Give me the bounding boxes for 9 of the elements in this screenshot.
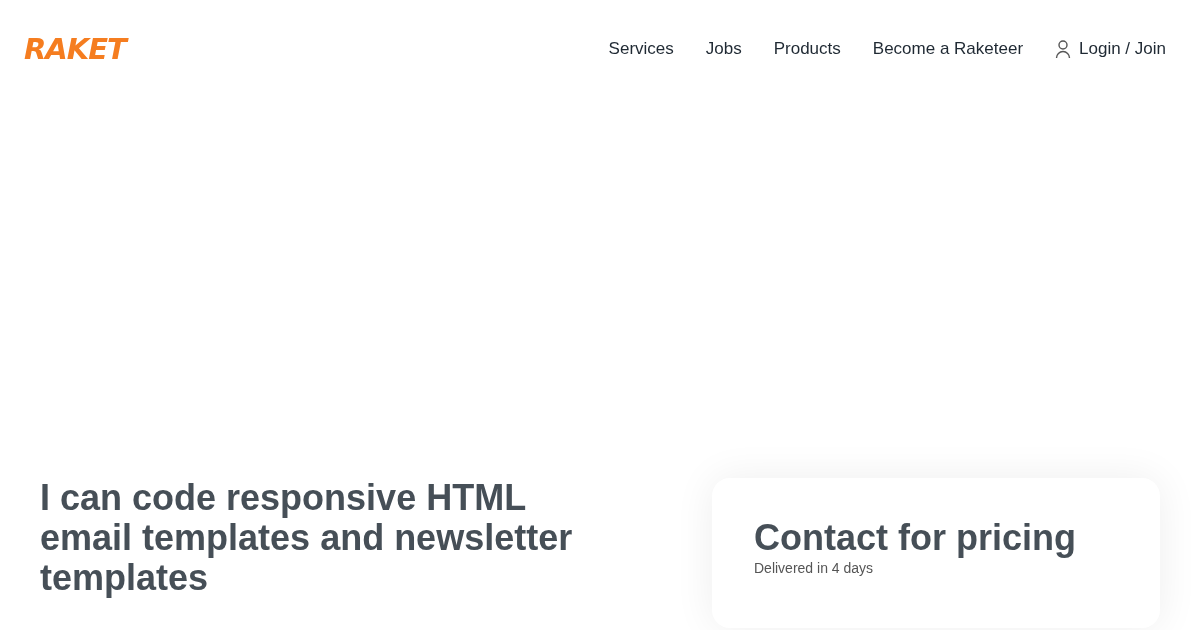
nav-link[interactable]: Become a Raketeer (872, 36, 1024, 62)
nav-link[interactable]: Products (773, 36, 841, 62)
user-icon (1055, 40, 1072, 58)
nav-link[interactable]: Services (608, 36, 674, 62)
nav-link[interactable]: Jobs (705, 36, 742, 62)
delivery-time: Delivered in 4 days (754, 559, 875, 578)
pricing-heading: Contact for pricing (754, 518, 1077, 558)
login-link[interactable]: Login / Join (1055, 36, 1166, 62)
service-title: I can code responsive HTML email templates and newsletter templates (40, 478, 574, 600)
